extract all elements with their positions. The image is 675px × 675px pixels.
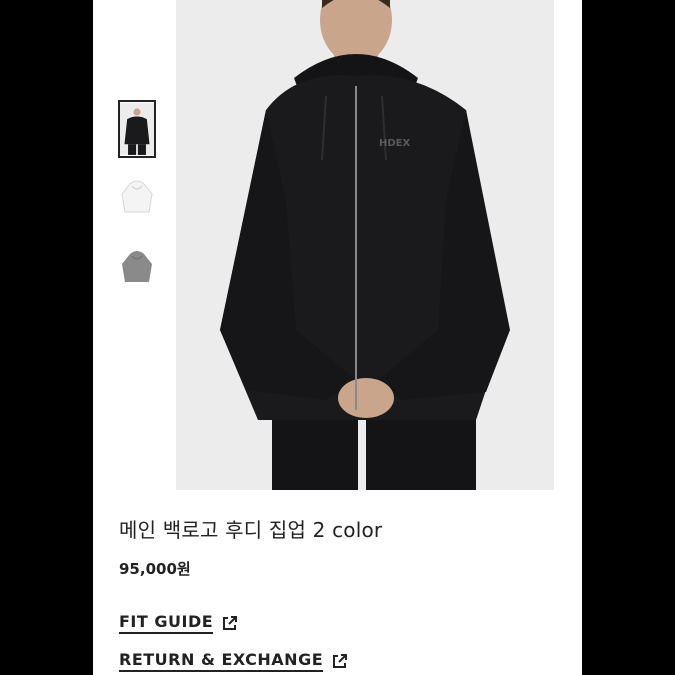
white-hoodie-thumbnail-image: [121, 180, 153, 213]
return-exchange-label: RETURN & EXCHANGE: [119, 650, 324, 672]
hoodie-logo-text: HDEX: [379, 138, 411, 149]
product-price: 95,000원: [119, 560, 191, 578]
product-title: 메인 백로고 후디 집업 2 color: [119, 518, 383, 542]
fit-guide-label: FIT GUIDE: [119, 612, 214, 634]
gray-hoodie-thumbnail-image: [122, 251, 152, 282]
product-panel: HDEX 메인 백로고 후디 집업 2 color 95,000원 FIT GU…: [93, 0, 582, 675]
black-hoodie-thumbnail-image: [120, 103, 154, 155]
fit-guide-link[interactable]: FIT GUIDE: [119, 612, 238, 634]
thumbnail-white[interactable]: [118, 170, 156, 228]
external-link-icon: [333, 653, 348, 668]
thumbnail-black[interactable]: [118, 100, 156, 158]
return-exchange-link[interactable]: RETURN & EXCHANGE: [119, 650, 348, 672]
thumbnail-gray[interactable]: [118, 240, 156, 298]
main-product-photo: HDEX: [176, 0, 554, 490]
thumbnail-list: [118, 100, 158, 310]
model-wearing-black-hoodie-image: HDEX: [176, 0, 554, 490]
external-link-icon: [223, 615, 238, 630]
